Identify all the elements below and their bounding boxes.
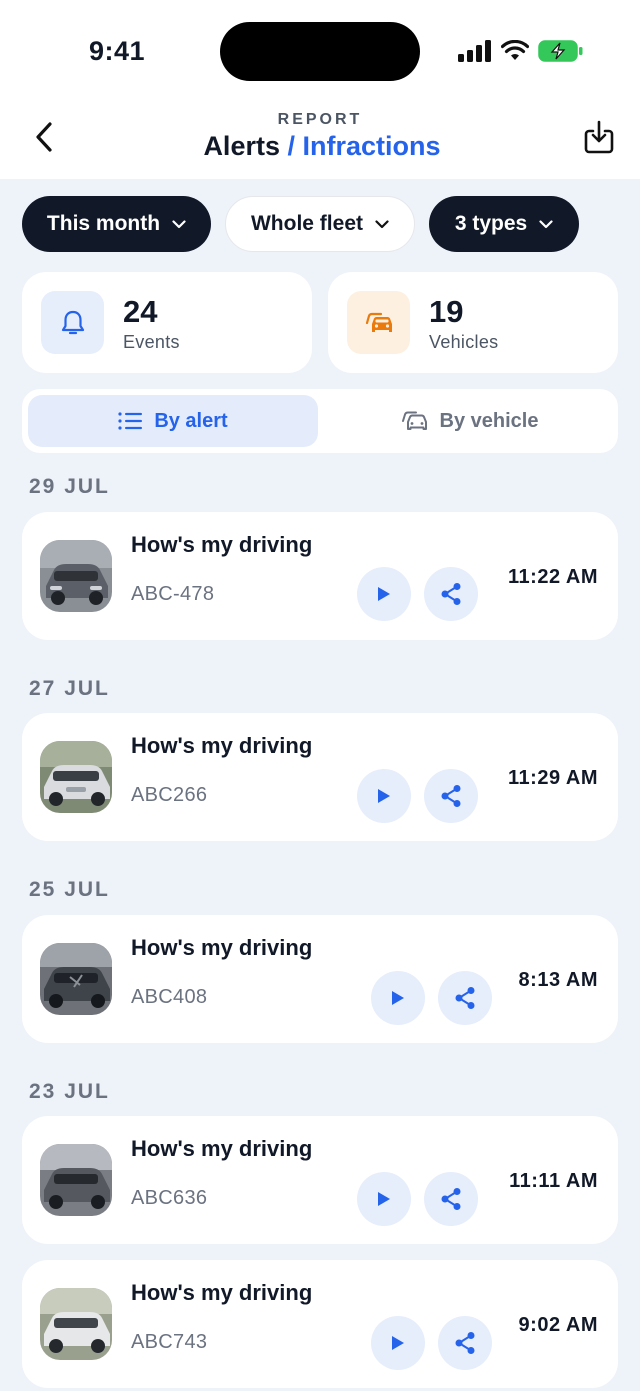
list-icon [118, 412, 143, 430]
share-button[interactable] [424, 567, 478, 621]
play-icon [392, 1336, 404, 1350]
view-toggle: By alert By vehicle [22, 389, 618, 453]
title-infractions: Infractions [302, 131, 441, 161]
filter-fleet[interactable]: Whole fleet [225, 196, 415, 252]
share-icon [455, 987, 475, 1009]
filter-period-label: This month [46, 212, 161, 235]
date-header: 23 JUL [29, 1080, 110, 1103]
share-button[interactable] [424, 1172, 478, 1226]
vehicle-photo [40, 540, 112, 612]
page-eyebrow: REPORT [277, 111, 363, 128]
events-stat-card: 24 Events [22, 272, 312, 373]
bell-icon [61, 310, 84, 334]
status-time: 9:41 [89, 36, 146, 66]
vehicle-photo [40, 1288, 112, 1360]
alert-title: How's my driving [131, 733, 313, 758]
share-icon [441, 583, 461, 605]
events-count: 24 [123, 294, 158, 329]
vehicle-plate: ABC743 [131, 1331, 208, 1353]
alert-title: How's my driving [131, 1136, 313, 1161]
share-icon [441, 1188, 461, 1210]
events-label: Events [123, 332, 180, 352]
play-icon [378, 789, 390, 803]
vehicle-photo [40, 943, 112, 1015]
play-icon [378, 587, 390, 601]
alert-card[interactable]: How's my driving ABC743 9:02 AM [22, 1260, 618, 1388]
alert-time: 11:29 AM [508, 767, 598, 789]
tab-by-alert-label: By alert [154, 409, 228, 432]
vehicle-plate: ABC636 [131, 1187, 208, 1209]
vehicles-label: Vehicles [429, 332, 499, 352]
page-header: REPORT Alerts / Infractions [0, 100, 640, 179]
alert-time: 11:22 AM [508, 566, 598, 588]
chevron-down-icon [539, 219, 553, 228]
vehicle-plate: ABC266 [131, 784, 208, 806]
alert-time: 8:13 AM [518, 969, 598, 991]
date-header: 29 JUL [29, 475, 110, 498]
tab-by-vehicle-label: By vehicle [439, 409, 539, 432]
tab-by-vehicle[interactable]: By vehicle [324, 395, 614, 447]
filter-bar: This month Whole fleet 3 types [22, 196, 579, 252]
status-bar: 9:41 [0, 0, 640, 100]
play-button[interactable] [357, 1172, 411, 1226]
alert-title: How's my driving [131, 1280, 313, 1305]
cars-icon [401, 411, 427, 430]
vehicles-stat-icon [347, 291, 410, 354]
chevron-down-icon [375, 219, 389, 228]
play-button[interactable] [357, 769, 411, 823]
download-button[interactable] [582, 118, 616, 156]
tab-by-alert[interactable]: By alert [28, 395, 318, 447]
download-icon [584, 120, 614, 154]
share-icon [455, 1332, 475, 1354]
filter-period[interactable]: This month [22, 196, 211, 252]
cars-icon [365, 312, 392, 332]
vehicle-plate: ABC-478 [131, 583, 215, 605]
vehicle-photo [40, 741, 112, 813]
vehicles-stat-card: 19 Vehicles [328, 272, 618, 373]
vehicles-count: 19 [429, 294, 464, 329]
filter-types-label: 3 types [454, 212, 528, 235]
play-icon [378, 1192, 390, 1206]
play-button[interactable] [371, 1316, 425, 1370]
alert-time: 11:11 AM [509, 1170, 598, 1192]
filter-types[interactable]: 3 types [429, 196, 579, 252]
alert-time: 9:02 AM [518, 1314, 598, 1336]
date-header: 25 JUL [29, 878, 110, 901]
play-button[interactable] [357, 567, 411, 621]
share-button[interactable] [438, 971, 492, 1025]
alert-card[interactable]: How's my driving ABC408 8:13 AM [22, 915, 618, 1043]
wifi-icon [501, 40, 529, 60]
filter-fleet-label: Whole fleet [250, 212, 363, 235]
alert-card[interactable]: How's my driving ABC636 11:11 AM [22, 1116, 618, 1244]
alert-title: How's my driving [131, 935, 313, 960]
date-header: 27 JUL [29, 677, 110, 700]
signal-icon [458, 40, 491, 62]
events-stat-icon [41, 291, 104, 354]
share-icon [441, 785, 461, 807]
page-title: Alerts / Infractions [0, 131, 640, 162]
dynamic-island [220, 22, 420, 81]
share-button[interactable] [438, 1316, 492, 1370]
play-icon [392, 991, 404, 1005]
share-button[interactable] [424, 769, 478, 823]
title-alerts: Alerts [203, 131, 280, 161]
chevron-down-icon [172, 219, 186, 228]
status-icons [458, 38, 584, 64]
vehicle-plate: ABC408 [131, 986, 208, 1008]
title-separator: / [287, 131, 295, 161]
vehicle-photo [40, 1144, 112, 1216]
battery-charging-icon [538, 40, 583, 62]
alert-card[interactable]: How's my driving ABC-478 11:22 AM [22, 512, 618, 640]
alert-title: How's my driving [131, 532, 313, 557]
alert-card[interactable]: How's my driving ABC266 11:29 AM [22, 713, 618, 841]
play-button[interactable] [371, 971, 425, 1025]
